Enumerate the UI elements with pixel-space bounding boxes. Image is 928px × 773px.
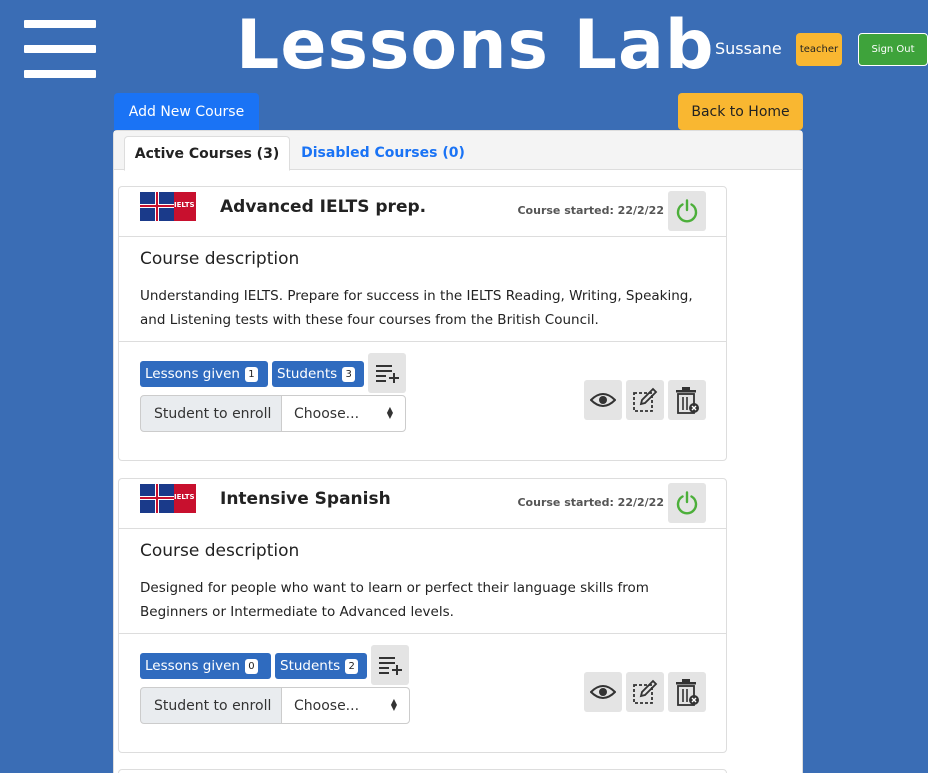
- course-image: IELTS: [140, 484, 196, 513]
- power-icon[interactable]: [668, 191, 706, 231]
- courses-panel: Active Courses (3) Disabled Courses (0) …: [113, 130, 803, 773]
- add-course-button[interactable]: Add New Course: [114, 93, 259, 130]
- course-title: Intensive Spanish: [220, 489, 391, 509]
- lessons-given-badge: Lessons given 0: [140, 653, 271, 679]
- description-text: Understanding IELTS. Prepare for success…: [140, 288, 693, 328]
- course-title: Advanced IELTS prep.: [220, 197, 427, 217]
- role-badge: teacher: [796, 33, 842, 66]
- lessons-given-badge: Lessons given 1: [140, 361, 268, 387]
- tabs-bar: Active Courses (3) Disabled Courses (0): [114, 131, 802, 171]
- description-text: Designed for people who want to learn or…: [140, 580, 649, 620]
- course-started: Course started: 22/2/22: [517, 496, 664, 509]
- playlist-add-icon[interactable]: [371, 645, 409, 685]
- enroll-label: Student to enroll: [140, 395, 282, 432]
- course-card-header: IELTS Advanced IELTS prep. Course starte…: [119, 187, 726, 237]
- course-card: IELTS Advanced IELTS prep. Course starte…: [118, 186, 727, 461]
- tab-active-courses[interactable]: Active Courses (3): [124, 136, 290, 171]
- course-started: Course started: 22/2/22: [517, 204, 664, 217]
- trash-icon[interactable]: [668, 380, 706, 420]
- trash-icon[interactable]: [668, 672, 706, 712]
- students-badge: Students 3: [272, 361, 364, 387]
- enroll-select[interactable]: Choose... ▲ ▼: [281, 687, 410, 724]
- course-card-header: IELTS Intensive Spanish Course started: …: [119, 479, 726, 529]
- sign-out-button[interactable]: Sign Out: [858, 33, 928, 66]
- description-title: Course description: [140, 541, 300, 561]
- enroll-label: Student to enroll: [140, 687, 282, 724]
- playlist-add-icon[interactable]: [368, 353, 406, 393]
- power-icon[interactable]: [668, 483, 706, 523]
- tab-disabled-courses[interactable]: Disabled Courses (0): [300, 136, 466, 170]
- course-card: [118, 769, 727, 773]
- eye-icon[interactable]: [584, 380, 622, 420]
- back-home-button[interactable]: Back to Home: [678, 93, 803, 130]
- menu-icon[interactable]: [24, 20, 96, 78]
- students-badge: Students 2: [275, 653, 367, 679]
- username: Sussane: [715, 39, 782, 58]
- course-image: IELTS: [140, 192, 196, 221]
- course-card: IELTS Intensive Spanish Course started: …: [118, 478, 727, 753]
- edit-icon[interactable]: [626, 672, 664, 712]
- enroll-select[interactable]: Choose... ▲ ▼: [281, 395, 406, 432]
- eye-icon[interactable]: [584, 672, 622, 712]
- app-title: Lessons Lab: [236, 6, 715, 85]
- description-title: Course description: [140, 249, 300, 269]
- edit-icon[interactable]: [626, 380, 664, 420]
